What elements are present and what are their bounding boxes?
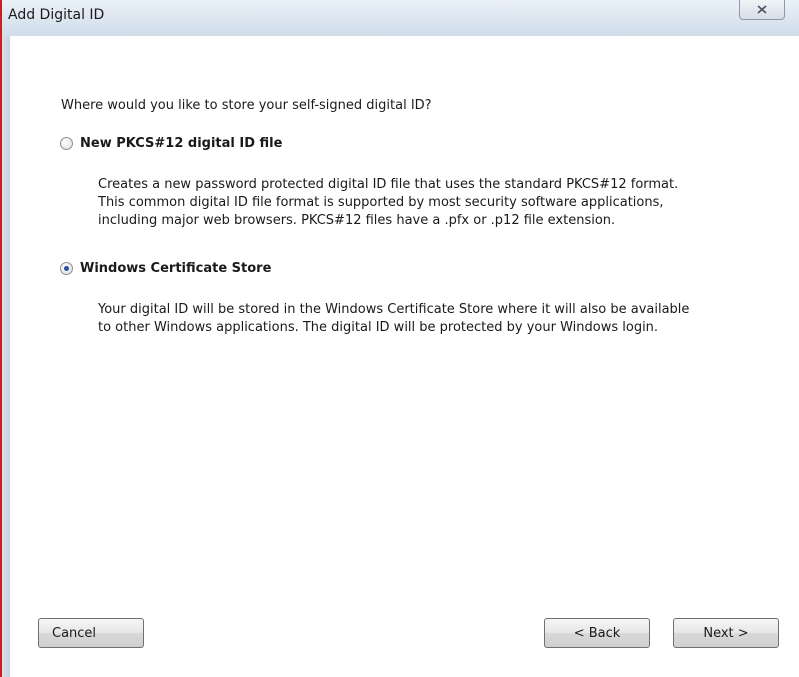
close-button[interactable]: [739, 0, 785, 20]
title-bar[interactable]: Add Digital ID: [0, 0, 799, 36]
storage-question: Where would you like to store your self-…: [61, 98, 432, 113]
option-pkcs12-file[interactable]: New PKCS#12 digital ID file: [60, 136, 282, 151]
pkcs12-description-line: including major web browsers. PKCS#12 fi…: [98, 213, 616, 228]
next-button[interactable]: Next >: [673, 618, 779, 648]
windows-store-description-line: to other Windows applications. The digit…: [98, 320, 659, 335]
pkcs12-description: Creates a new password protected digital…: [98, 176, 678, 230]
pkcs12-description-line: This common digital ID file format is su…: [98, 195, 664, 210]
pkcs12-radio[interactable]: [60, 137, 73, 150]
option-windows-certificate-store[interactable]: Windows Certificate Store: [60, 261, 271, 276]
pkcs12-label[interactable]: New PKCS#12 digital ID file: [80, 136, 282, 151]
cancel-button[interactable]: Cancel: [38, 618, 144, 648]
close-icon: [757, 5, 767, 14]
window-title: Add Digital ID: [8, 7, 105, 23]
windows-store-radio[interactable]: [60, 262, 73, 275]
pkcs12-description-line: Creates a new password protected digital…: [98, 177, 679, 192]
add-digital-id-dialog: Add Digital ID Where would you like to s…: [0, 0, 799, 677]
windows-store-label[interactable]: Windows Certificate Store: [80, 261, 271, 276]
window-left-frame: [0, 0, 10, 677]
windows-store-description: Your digital ID will be stored in the Wi…: [98, 301, 689, 337]
windows-store-description-line: Your digital ID will be stored in the Wi…: [98, 302, 690, 317]
back-button[interactable]: < Back: [544, 618, 650, 648]
dialog-content: Where would you like to store your self-…: [10, 36, 799, 677]
